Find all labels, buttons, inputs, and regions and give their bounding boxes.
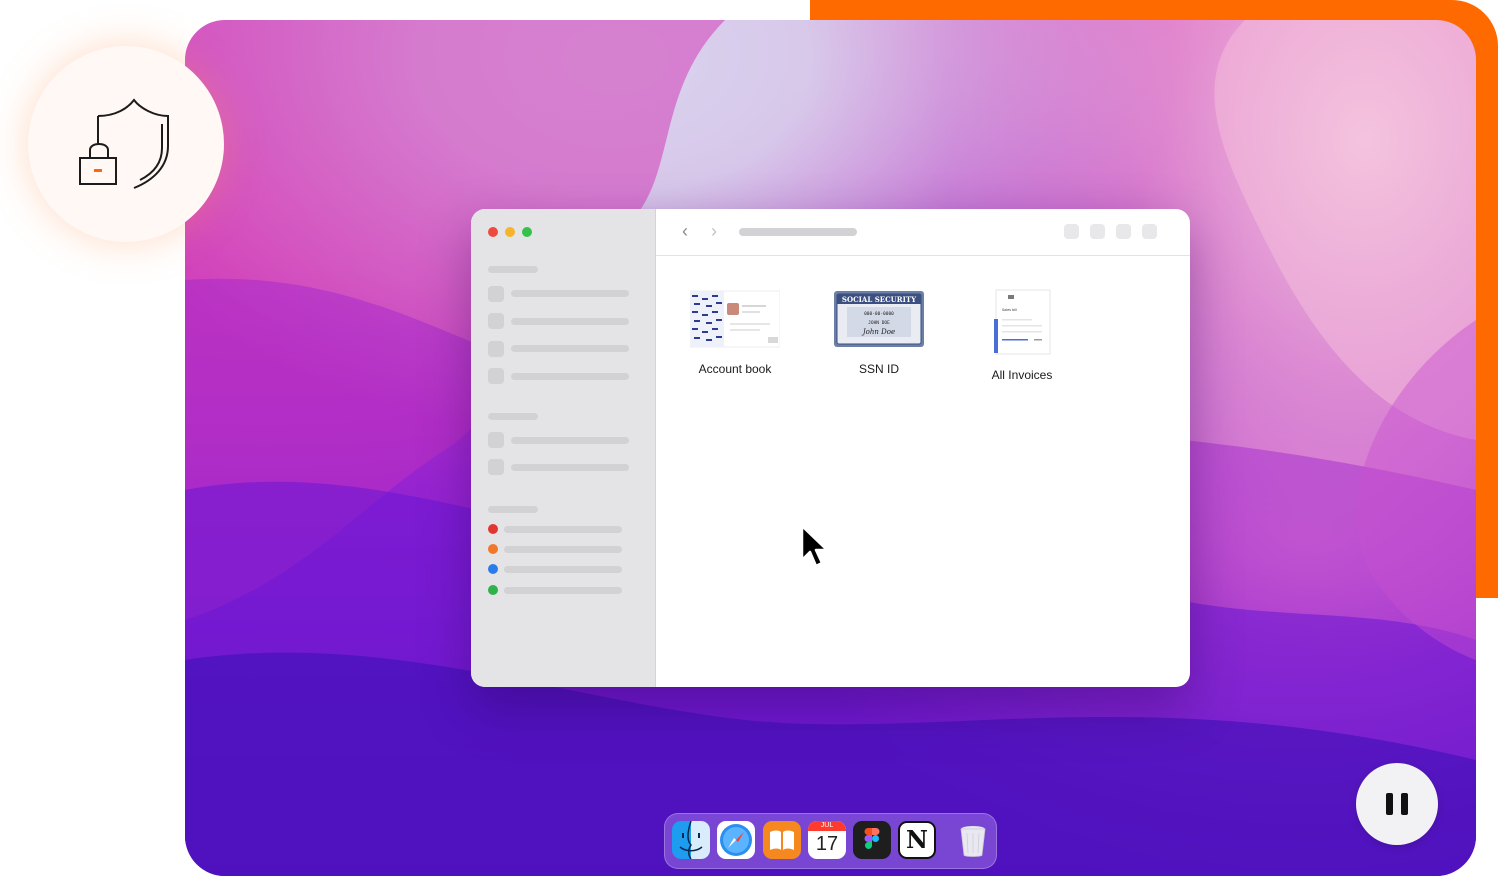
security-badge [28,46,224,242]
tag-red-dot [488,524,498,534]
account-book-thumbnail [689,290,781,348]
sidebar-item[interactable] [511,464,629,471]
dock: JUL 17 N [664,813,997,869]
file-label: Account book [698,362,772,376]
ssn-card-header: SOCIAL SECURITY [842,295,917,304]
dock-calendar[interactable]: JUL 17 [808,821,846,859]
file-ssn-id[interactable]: SOCIAL SECURITY 000-00-0000 JOHN DOE Joh… [814,289,944,376]
figma-icon [864,828,880,849]
toolbar: ‹ › [656,209,1190,256]
calendar-month: JUL [808,821,846,831]
ssn-card-signature: John Doe [861,328,895,336]
finder-window[interactable]: ‹ › Account book SOCIAL SECURITY 000-00-… [471,209,1190,687]
sidebar-item[interactable] [511,437,629,444]
dock-books[interactable] [763,821,801,859]
sidebar-tag-item[interactable] [504,546,622,553]
sidebar-item-icon [488,286,504,302]
mouse-pointer-icon [800,524,829,568]
minimize-button[interactable] [505,227,515,237]
sidebar-section-header [488,413,538,420]
dock-figma[interactable] [853,821,891,859]
file-all-invoices[interactable]: Sales bill All Invoices [957,289,1087,382]
forward-icon[interactable]: › [711,221,717,241]
file-account-book[interactable]: Account book [670,289,800,376]
dock-trash[interactable] [954,821,992,859]
back-icon[interactable]: ‹ [682,221,688,241]
pause-button[interactable] [1356,763,1438,845]
file-label: SSN ID [858,362,899,376]
pause-icon [1401,793,1408,815]
invoice-thumb-title: Sales bill [1002,308,1017,312]
toolbar-button[interactable] [1090,224,1105,239]
sidebar-section-header [488,506,538,513]
file-label: All Invoices [991,368,1053,382]
toolbar-button[interactable] [1142,224,1157,239]
ssn-card-number: 000-00-0000 [864,311,894,317]
ssn-card-name: JOHN DOE [868,320,890,326]
sidebar-item-icon [488,341,504,357]
shield-lock-icon [79,98,169,189]
sidebar [471,209,656,687]
tag-green-dot [488,585,498,595]
ssn-card-thumbnail: SOCIAL SECURITY 000-00-0000 JOHN DOE Joh… [834,291,924,347]
toolbar-button[interactable] [1116,224,1131,239]
dock-finder[interactable] [672,821,710,859]
sidebar-item[interactable] [511,373,629,380]
sidebar-tag-item[interactable] [504,566,622,573]
trash-icon [960,826,986,857]
sidebar-tag-item[interactable] [504,526,622,533]
path-bar [739,228,857,236]
sidebar-tag-item[interactable] [504,587,622,594]
dock-notion[interactable]: N [898,821,936,859]
sidebar-item-icon [488,432,504,448]
tag-blue-dot [488,564,498,574]
view-icon-button[interactable] [1064,224,1079,239]
sidebar-item[interactable] [511,290,629,297]
safari-icon [720,824,752,856]
invoice-thumbnail: Sales bill [994,289,1051,355]
sidebar-item[interactable] [511,318,629,325]
sidebar-item[interactable] [511,345,629,352]
close-button[interactable] [488,227,498,237]
sidebar-item-icon [488,368,504,384]
books-icon [770,830,794,850]
finder-icon [672,821,710,859]
sidebar-item-icon [488,459,504,475]
calendar-day: 17 [815,833,839,855]
tag-orange-dot [488,544,498,554]
pause-icon [1386,793,1393,815]
notion-icon: N [906,825,928,854]
dock-safari[interactable] [717,821,755,859]
sidebar-item-icon [488,313,504,329]
sidebar-section-header [488,266,538,273]
zoom-button[interactable] [522,227,532,237]
